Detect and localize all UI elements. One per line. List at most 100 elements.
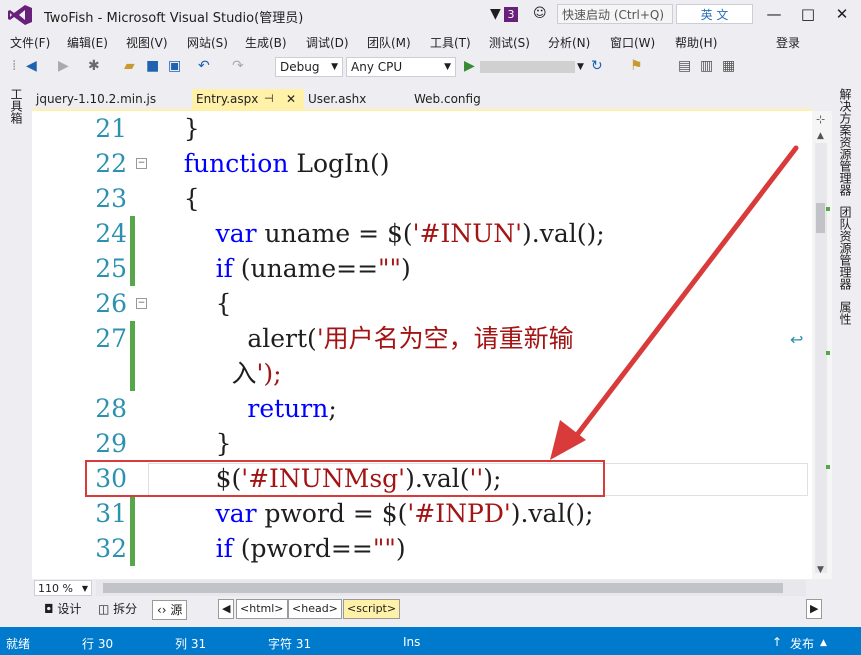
comment-icon[interactable]: ▤ — [678, 58, 691, 74]
menu-tools[interactable]: 工具(T) — [430, 34, 471, 51]
login-link[interactable]: 登录 — [776, 34, 800, 51]
save-all-icon[interactable]: ▣ — [168, 58, 181, 74]
bookmark-icon[interactable]: ▦ — [722, 58, 735, 74]
breadcrumb-head[interactable]: <head> — [288, 599, 342, 619]
scrollbar-thumb[interactable] — [816, 203, 825, 233]
close-window-button[interactable]: ✕ — [828, 3, 856, 25]
minimize-button[interactable]: — — [760, 3, 788, 25]
vertical-scrollbar[interactable]: ⊹ ▲ ▼ — [812, 111, 832, 579]
tab-user[interactable]: User.ashx — [304, 89, 410, 109]
tab-jquery[interactable]: jquery-1.10.2.min.js — [32, 89, 192, 109]
change-map-marker — [826, 207, 830, 211]
zoom-value: 110 % — [38, 582, 73, 595]
code-text: function LogIn() — [183, 149, 390, 178]
line-number: 21 — [95, 114, 127, 143]
split-icon[interactable]: ⊹ — [816, 113, 825, 126]
crumb-scroll-left-icon[interactable]: ◀ — [218, 599, 235, 619]
code-text: } — [152, 114, 200, 143]
code-text: alert('用户名为空，请重新输 — [152, 324, 574, 353]
zoom-select[interactable]: 110 % ▼ — [34, 580, 92, 596]
horizontal-scrollbar-thumb[interactable] — [103, 583, 783, 593]
start-debug-icon[interactable]: ▶ — [464, 58, 475, 74]
chevron-down-icon[interactable]: ▼ — [577, 62, 584, 72]
scroll-down-icon[interactable]: ▼ — [817, 565, 824, 575]
code-line: 24 var uname = $('#INUN').val(); — [32, 216, 812, 251]
chevron-down-icon: ▼ — [331, 62, 338, 72]
menu-build[interactable]: 生成(B) — [245, 34, 287, 51]
line-number: 31 — [95, 499, 127, 528]
left-tool-strip — [0, 82, 32, 627]
filter-icon[interactable]: ▼ — [490, 6, 501, 22]
collapse-icon[interactable]: − — [136, 298, 147, 309]
breadcrumb-html[interactable]: <html> — [236, 599, 288, 619]
toolbox-tab[interactable]: 工具箱 — [8, 88, 25, 124]
close-tab-icon[interactable]: ✕ — [286, 89, 296, 109]
code-line: 23 { — [32, 181, 812, 216]
annotation-highlight-box — [85, 460, 605, 497]
browser-target-redacted[interactable] — [480, 61, 575, 73]
code-text: { — [152, 289, 232, 318]
team-explorer-tab[interactable]: 团队资源管理器 — [837, 206, 854, 290]
line-number: 23 — [95, 184, 127, 213]
solution-platform-select[interactable]: Any CPU ▼ — [346, 57, 456, 77]
publish-arrow-icon[interactable]: ↑ — [772, 635, 782, 649]
tab-webconfig[interactable]: Web.config — [410, 89, 530, 109]
menu-file[interactable]: 文件(F) — [10, 34, 50, 51]
notification-badge[interactable]: 3 — [504, 7, 518, 22]
menu-edit[interactable]: 编辑(E) — [67, 34, 108, 51]
split-view-button[interactable]: ◫ 拆分 — [94, 600, 141, 618]
save-icon[interactable]: ■ — [146, 58, 159, 74]
ime-indicator[interactable]: 英 文 — [676, 4, 753, 24]
code-editor[interactable]: 21 } 22− function LogIn() 23 { 24 var un… — [32, 111, 812, 579]
refresh-icon[interactable]: ↻ — [591, 58, 603, 74]
properties-tab[interactable]: 属性 — [837, 301, 854, 325]
menu-team[interactable]: 团队(M) — [367, 34, 411, 51]
change-marker — [130, 531, 135, 566]
code-line: 28 return; — [32, 391, 812, 426]
solution-config-value: Debug — [280, 60, 320, 74]
menu-analyze[interactable]: 分析(N) — [548, 34, 590, 51]
collapse-icon[interactable]: − — [136, 158, 147, 169]
back-icon[interactable]: ◀ — [26, 58, 37, 74]
design-view-label: 设计 — [57, 602, 82, 616]
code-line: 22− function LogIn() — [32, 146, 812, 181]
code-line: 27 alert('用户名为空，请重新输 — [32, 321, 812, 391]
split-view-icon: ◫ — [98, 602, 114, 616]
code-line: 21 } — [32, 111, 812, 146]
solution-config-select[interactable]: Debug ▼ — [275, 57, 343, 77]
menu-help[interactable]: 帮助(H) — [675, 34, 717, 51]
chevron-down-icon: ▼ — [444, 62, 451, 72]
code-text: var pword = $('#INPD').val(); — [215, 499, 594, 528]
menu-view[interactable]: 视图(V) — [126, 34, 168, 51]
line-number: 29 — [95, 429, 127, 458]
undo-icon[interactable]: ↶ — [198, 58, 210, 74]
code-line: 31 var pword = $('#INPD').val(); — [32, 496, 812, 531]
feedback-icon[interactable]: ☺ — [533, 6, 547, 21]
source-view-button[interactable]: ‹› 源 — [152, 600, 188, 620]
new-project-icon[interactable]: ✱ — [88, 58, 100, 74]
crumb-scroll-right-icon[interactable]: ▶ — [806, 599, 823, 619]
redo-icon[interactable]: ↷ — [232, 58, 244, 74]
breadcrumb-script[interactable]: <script> — [343, 599, 401, 619]
status-bar — [0, 627, 861, 655]
pin-icon[interactable]: ⊣ — [264, 89, 274, 109]
publish-button[interactable]: 发布 — [790, 635, 814, 652]
menu-website[interactable]: 网站(S) — [187, 34, 228, 51]
forward-icon[interactable]: ▶ — [58, 58, 69, 74]
uncomment-icon[interactable]: ▥ — [700, 58, 713, 74]
toolbar-grip-icon: ⁞ — [12, 58, 17, 74]
menu-test[interactable]: 测试(S) — [489, 34, 530, 51]
menu-debug[interactable]: 调试(D) — [306, 34, 349, 51]
menu-window[interactable]: 窗口(W) — [610, 34, 655, 51]
design-view-button[interactable]: ◘ 设计 — [40, 600, 85, 618]
code-text: 入'); — [152, 359, 282, 388]
scroll-up-icon[interactable]: ▲ — [817, 131, 824, 141]
open-folder-icon[interactable]: ▰ — [124, 58, 135, 74]
find-in-files-icon[interactable]: ⚑ — [630, 58, 643, 74]
tab-entry[interactable]: Entry.aspx ⊣ ✕ — [192, 89, 304, 109]
solution-explorer-tab[interactable]: 解决方案资源管理器 — [837, 88, 854, 196]
status-ready: 就绪 — [6, 637, 31, 651]
quick-launch-input[interactable]: 快速启动 (Ctrl+Q) — [557, 4, 673, 24]
restore-button[interactable]: □ — [794, 3, 822, 25]
chevron-up-icon[interactable]: ▲ — [820, 638, 827, 648]
